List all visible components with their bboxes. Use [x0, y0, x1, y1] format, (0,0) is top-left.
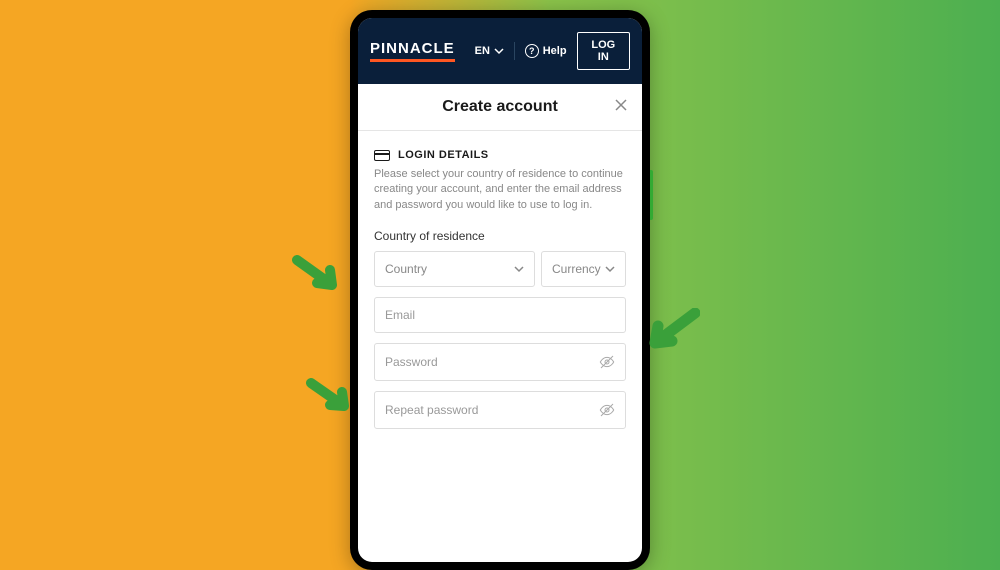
currency-select-value: Currency [552, 262, 601, 276]
annotation-arrow-icon [306, 378, 361, 423]
close-icon [614, 98, 628, 112]
section-description: Please select your country of residence … [374, 167, 626, 213]
country-select-value: Country [385, 262, 427, 276]
annotation-arrow-icon [640, 308, 700, 363]
section-title: LOGIN DETAILS [398, 149, 489, 161]
help-label: Help [543, 45, 567, 57]
annotation-arrow-icon [292, 255, 352, 305]
signup-form: LOGIN DETAILS Please select your country… [358, 131, 642, 562]
language-label: EN [475, 45, 490, 57]
page-title: Create account [442, 98, 558, 116]
password-field-wrap[interactable] [374, 343, 626, 381]
email-field-wrap[interactable] [374, 297, 626, 333]
help-link[interactable]: ? Help [525, 44, 567, 58]
page-titlebar: Create account [358, 84, 642, 131]
chevron-down-icon [494, 46, 504, 56]
eye-off-icon[interactable] [599, 354, 615, 370]
eye-off-icon[interactable] [599, 402, 615, 418]
phone-power-button [650, 170, 653, 220]
brand-logo[interactable]: PINNACLE [370, 40, 455, 62]
app-screen: PINNACLE EN ? Help LOG IN Create account… [358, 18, 642, 562]
repeat-password-field[interactable] [385, 403, 599, 417]
country-label: Country of residence [374, 229, 626, 243]
password-field[interactable] [385, 355, 599, 369]
repeat-password-field-wrap[interactable] [374, 391, 626, 429]
section-header: LOGIN DETAILS [374, 149, 626, 161]
help-icon: ? [525, 44, 539, 58]
id-card-icon [374, 150, 390, 161]
language-selector[interactable]: EN [475, 45, 504, 57]
country-select[interactable]: Country [374, 251, 535, 287]
phone-frame: PINNACLE EN ? Help LOG IN Create account… [350, 10, 650, 570]
app-header: PINNACLE EN ? Help LOG IN [358, 18, 642, 84]
chevron-down-icon [514, 264, 524, 274]
header-divider [514, 42, 515, 60]
currency-select[interactable]: Currency [541, 251, 626, 287]
chevron-down-icon [605, 264, 615, 274]
email-field[interactable] [385, 308, 615, 322]
close-button[interactable] [614, 98, 628, 117]
login-button[interactable]: LOG IN [577, 32, 630, 70]
